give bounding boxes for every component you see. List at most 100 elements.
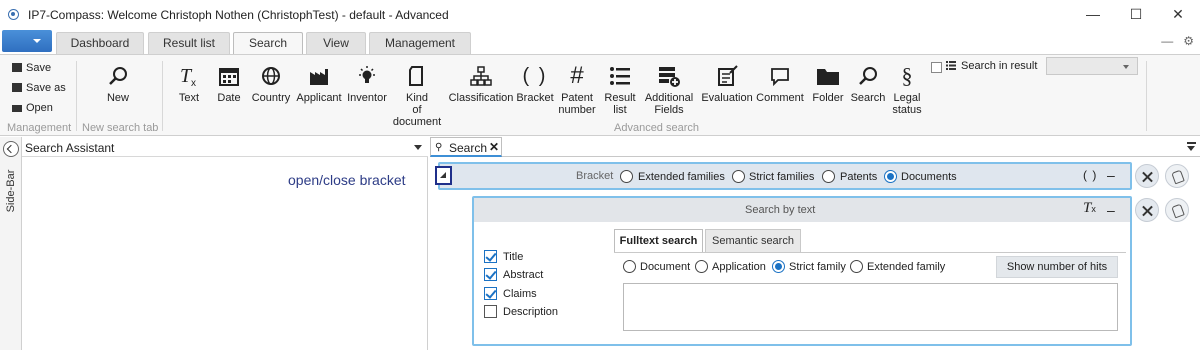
label-application: Application <box>712 261 766 273</box>
group-label-new-search: New search tab <box>82 122 159 134</box>
search-in-result-checkbox[interactable] <box>931 62 942 73</box>
ribbon-classification-button[interactable]: Classification <box>448 63 514 104</box>
label-abstract: Abstract <box>503 269 544 281</box>
minimize-button[interactable]: — <box>1078 4 1108 24</box>
ribbon-kind-of-document-button[interactable]: Kind of document <box>390 63 444 128</box>
checkbox-title[interactable] <box>484 250 497 263</box>
bracket-icon: ( ) <box>522 65 548 87</box>
folder-icon <box>817 69 839 85</box>
magnifier-icon <box>109 67 127 85</box>
save-icon <box>12 63 22 72</box>
collapse-sidebar-button[interactable] <box>3 141 19 157</box>
tab-result-list[interactable]: Result list <box>148 32 230 54</box>
ribbon-legal-status-button[interactable]: § Legal status <box>888 63 926 117</box>
label-strict-families: Strict families <box>749 171 815 183</box>
bracket-highlight-button[interactable] <box>1165 164 1189 188</box>
ribbon-search-button[interactable]: Search <box>849 63 887 104</box>
ribbon-applicant-button[interactable]: Applicant <box>295 63 343 104</box>
fulltext-query-input[interactable] <box>623 283 1118 331</box>
ribbon-inventor-button[interactable]: Inventor <box>346 63 388 104</box>
ribbon-country-button[interactable]: Country <box>250 63 292 104</box>
label-extended-families: Extended families <box>638 171 725 183</box>
paragraph-icon: § <box>901 63 913 88</box>
ribbon-comment-button[interactable]: Comment <box>755 63 805 104</box>
radio-strict-family[interactable] <box>772 260 785 273</box>
ribbon-bracket-button[interactable]: ( ) Bracket <box>515 63 555 104</box>
side-bar-label[interactable]: Side-Bar <box>5 168 17 214</box>
open-button[interactable]: Open <box>12 102 53 114</box>
bracket-paren-button[interactable]: ( ) <box>1083 168 1097 182</box>
label-description: Description <box>503 306 559 318</box>
radio-extended-family[interactable] <box>850 260 863 273</box>
save-button[interactable]: Save <box>12 62 51 74</box>
search-in-result-select[interactable] <box>1046 57 1138 75</box>
remove-search-by-text-button[interactable] <box>1135 198 1159 222</box>
group-separator <box>1146 61 1147 131</box>
label-claims: Claims <box>503 288 537 300</box>
close-window-button[interactable]: ✕ <box>1163 4 1193 24</box>
group-label-management: Management <box>7 122 72 134</box>
group-separator <box>76 61 77 131</box>
tab-view[interactable]: View <box>306 32 366 54</box>
ribbon-additional-fields-button[interactable]: Additional Fields <box>640 63 698 116</box>
bracket-label: Bracket <box>576 170 614 182</box>
list-small-icon <box>946 61 956 70</box>
checkbox-claims[interactable] <box>484 287 497 300</box>
tab-search[interactable]: Search <box>233 32 303 55</box>
new-search-button[interactable]: New <box>100 63 136 104</box>
clear-x-icon: x <box>1091 204 1096 214</box>
ribbon-patent-number-button[interactable]: # Patent number <box>556 63 598 117</box>
maximize-button[interactable]: ☐ <box>1121 4 1151 24</box>
ribbon-date-button[interactable]: Date <box>212 63 246 104</box>
label-patents: Patents <box>840 171 878 183</box>
checkbox-abstract[interactable] <box>484 268 497 281</box>
panel-dropdown-icon[interactable] <box>414 145 422 150</box>
ribbon-minimize-button[interactable]: — <box>1161 34 1173 48</box>
search-by-text-highlight-button[interactable] <box>1165 198 1189 222</box>
title-bar: IP7-Compass: Welcome Christoph Nothen (C… <box>0 0 1200 30</box>
search-in-result-label: Search in result <box>961 60 1038 72</box>
radio-patents[interactable] <box>822 170 835 183</box>
ribbon-result-list-button[interactable]: Result list <box>600 63 640 116</box>
radio-strict-families[interactable] <box>732 170 745 183</box>
radio-document[interactable] <box>623 260 636 273</box>
tab-management[interactable]: Management <box>369 32 471 54</box>
window-title: IP7-Compass: Welcome Christoph Nothen (C… <box>28 8 449 22</box>
label-documents: Documents <box>901 171 957 183</box>
remove-bracket-button[interactable] <box>1135 164 1159 188</box>
search-by-text-title: Search by text <box>745 204 816 216</box>
factory-icon <box>310 69 328 85</box>
tab-semantic-search[interactable]: Semantic search <box>705 229 801 253</box>
list-icon <box>610 67 630 85</box>
save-as-button[interactable]: Save as <box>12 82 66 94</box>
search-small-icon: ⚲ <box>435 142 443 153</box>
document-icon <box>409 66 423 86</box>
ribbon-evaluation-button[interactable]: Evaluation <box>700 63 754 104</box>
ribbon-tab-row: Dashboard Result list Search View Manage… <box>0 30 1200 55</box>
tab-dashboard[interactable]: Dashboard <box>56 32 144 54</box>
tab-search-document[interactable]: ⚲ Search ✕ <box>430 137 502 157</box>
search-assistant-title: Search Assistant <box>25 141 115 155</box>
clear-text-button[interactable]: Tx <box>1083 200 1096 217</box>
tab-fulltext-search[interactable]: Fulltext search <box>614 229 703 253</box>
tab-list-dropdown-icon[interactable] <box>1187 142 1196 151</box>
application-menu-button[interactable] <box>2 30 52 52</box>
checkbox-description[interactable] <box>484 305 497 318</box>
search-icon <box>859 67 877 85</box>
settings-icon[interactable]: ⚙ <box>1183 34 1194 48</box>
radio-extended-families[interactable] <box>620 170 633 183</box>
close-tab-icon[interactable]: ✕ <box>489 140 499 154</box>
bracket-collapse-button[interactable]: – <box>1107 167 1115 183</box>
open-close-bracket-toggle[interactable] <box>435 166 452 185</box>
folder-open-icon <box>12 105 22 112</box>
ribbon-folder-button[interactable]: Folder <box>810 63 846 104</box>
evaluation-icon <box>718 65 738 86</box>
search-by-text-collapse-button[interactable]: – <box>1107 202 1115 218</box>
search-assistant-header: Search Assistant <box>22 137 428 157</box>
radio-documents[interactable] <box>884 170 897 183</box>
show-number-of-hits-button[interactable]: Show number of hits <box>996 256 1118 278</box>
radio-application[interactable] <box>695 260 708 273</box>
side-bar: Side-Bar <box>0 137 22 350</box>
svg-text:x: x <box>191 78 196 88</box>
ribbon-text-button[interactable]: Tx Text <box>170 63 208 104</box>
